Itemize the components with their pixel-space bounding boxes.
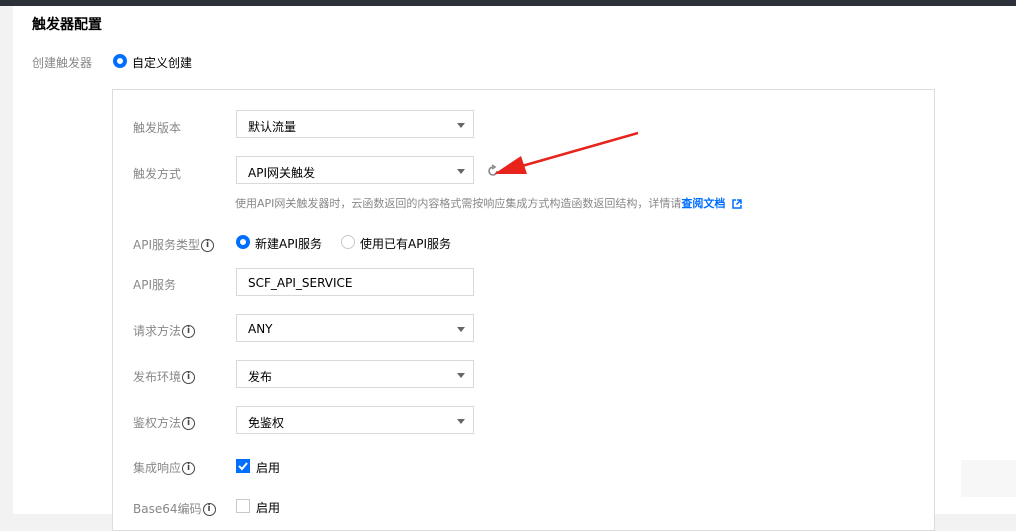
custom-create-label[interactable]: 自定义创建	[132, 54, 192, 71]
request-method-label: 请求方法 i	[133, 322, 196, 339]
trigger-version-select[interactable]: 默认流量	[236, 110, 474, 138]
check-icon	[238, 462, 248, 471]
existing-api-service-label[interactable]: 使用已有API服务	[360, 235, 451, 252]
chevron-down-icon	[457, 373, 465, 378]
background-overlay	[961, 460, 1016, 497]
request-method-select[interactable]: ANY	[236, 314, 474, 342]
api-service-input[interactable]: SCF_API_SERVICE	[236, 268, 474, 296]
publish-env-label: 发布环境 i	[133, 368, 196, 385]
help-icon[interactable]: i	[182, 417, 196, 430]
view-docs-link[interactable]: 查阅文档	[681, 197, 725, 210]
integration-response-checkbox[interactable]	[236, 459, 250, 473]
integration-response-label: 集成响应 i	[133, 459, 196, 476]
existing-api-service-radio[interactable]	[341, 235, 355, 249]
create-trigger-label: 创建触发器	[32, 56, 93, 70]
trigger-method-select[interactable]: API网关触发	[236, 156, 474, 184]
base64-text: Base64编码	[133, 502, 202, 516]
auth-method-text: 鉴权方法	[133, 416, 182, 430]
api-service-type-text: API服务类型	[133, 238, 200, 252]
api-gateway-hint: 使用API网关触发器时，云函数返回的内容格式需按响应集成方式构造函数返回结构，详…	[235, 195, 742, 211]
external-link-icon[interactable]	[732, 199, 742, 209]
chevron-down-icon	[457, 327, 465, 332]
auth-method-label: 鉴权方法 i	[133, 414, 196, 431]
auth-method-select[interactable]: 免鉴权	[236, 406, 474, 434]
trigger-version-value: 默认流量	[248, 120, 297, 134]
new-api-service-radio[interactable]	[236, 235, 250, 249]
chevron-down-icon	[457, 419, 465, 424]
help-icon[interactable]: i	[201, 239, 214, 252]
help-icon[interactable]: i	[182, 371, 196, 384]
chevron-down-icon	[457, 169, 465, 174]
api-service-value: SCF_API_SERVICE	[248, 276, 353, 290]
request-method-text: 请求方法	[133, 324, 182, 338]
help-icon[interactable]: i	[182, 325, 196, 338]
help-icon[interactable]: i	[202, 503, 216, 516]
integration-response-text: 集成响应	[133, 461, 182, 475]
api-service-type-label: API服务类型 i	[133, 236, 214, 253]
hint-text: 使用API网关触发器时，云函数返回的内容格式需按响应集成方式构造函数返回结构，详…	[235, 197, 682, 210]
integration-response-enable-label[interactable]: 启用	[256, 459, 280, 476]
base64-label: Base64编码 i	[133, 500, 216, 517]
publish-env-text: 发布环境	[133, 370, 182, 384]
help-icon[interactable]: i	[182, 462, 196, 475]
custom-create-radio[interactable]	[113, 54, 127, 68]
api-service-label: API服务	[133, 278, 176, 292]
chevron-down-icon	[457, 123, 465, 128]
auth-method-value: 免鉴权	[248, 416, 285, 430]
trigger-version-label: 触发版本	[133, 121, 182, 135]
request-method-value: ANY	[248, 322, 273, 336]
publish-env-select[interactable]: 发布	[236, 360, 474, 388]
annotation-arrow-icon	[494, 131, 639, 174]
publish-env-value: 发布	[248, 370, 273, 384]
section-title: 触发器配置	[32, 17, 102, 33]
base64-checkbox[interactable]	[236, 499, 250, 513]
new-api-service-label[interactable]: 新建API服务	[255, 235, 322, 252]
trigger-method-label: 触发方式	[133, 167, 182, 181]
trigger-method-value: API网关触发	[248, 166, 315, 180]
base64-enable-label[interactable]: 启用	[256, 499, 280, 516]
